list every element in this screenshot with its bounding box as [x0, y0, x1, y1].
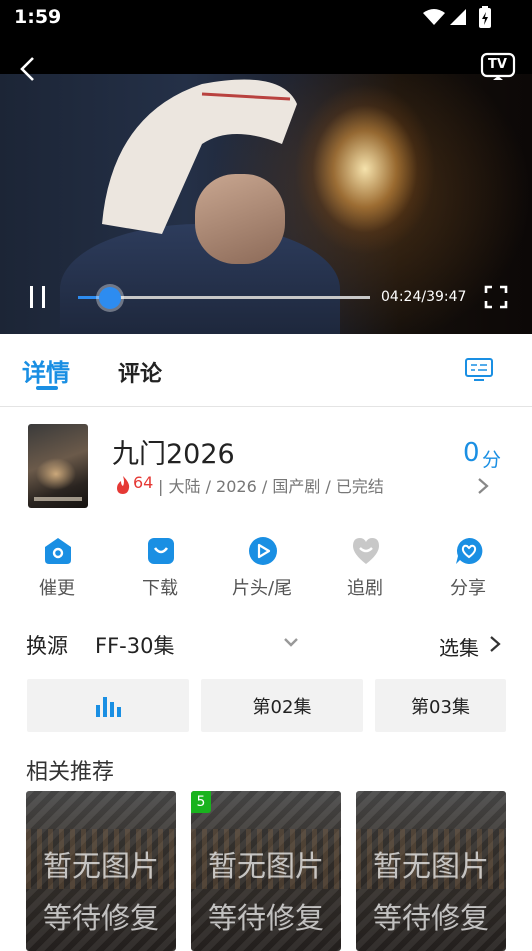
pause-icon-bar — [42, 286, 45, 308]
placeholder-text: 等待修复 — [372, 901, 489, 935]
show-poster[interactable] — [28, 424, 88, 508]
action-label: 催更 — [39, 578, 75, 599]
rating-value: 0 — [463, 438, 480, 468]
chevron-right-icon[interactable] — [476, 476, 490, 496]
source-select[interactable]: FF-30集 — [95, 630, 174, 660]
episode-label: 第02集 — [252, 697, 312, 718]
chevron-right-icon[interactable] — [489, 634, 501, 654]
placeholder-text: 暂无图片 — [372, 849, 489, 883]
back-icon[interactable] — [14, 53, 42, 85]
placeholder-text: 等待修复 — [42, 901, 159, 935]
poster-caption-strip — [34, 497, 82, 501]
playback-time: 04:24/39:47 — [381, 289, 467, 305]
chevron-down-icon[interactable] — [283, 636, 299, 648]
fullscreen-icon[interactable] — [484, 285, 508, 309]
rating-unit: 分 — [482, 449, 502, 471]
placeholder-text: 等待修复 — [207, 901, 324, 935]
recommendation-card[interactable]: 暂无图片 等待修复 — [26, 791, 176, 951]
source-label: 换源 — [26, 634, 68, 658]
pause-icon-bar — [30, 286, 33, 308]
share-button[interactable]: 分享 — [428, 536, 508, 602]
signal-icon — [450, 9, 466, 25]
tab-comments[interactable]: 评论 — [118, 356, 162, 388]
remind-icon — [45, 538, 71, 564]
battery-icon — [479, 6, 491, 28]
progress-handle[interactable] — [99, 287, 122, 309]
action-label: 分享 — [450, 578, 486, 599]
show-meta: | 大陆 / 2026 / 国产剧 / 已完结 — [158, 477, 384, 496]
danmaku-screen-icon[interactable] — [465, 357, 493, 381]
status-bar: 1:59 — [0, 0, 532, 40]
action-label: 片头/尾 — [231, 578, 293, 599]
video-figure-headscarf — [102, 79, 297, 234]
episode-label: 第03集 — [411, 697, 470, 718]
episode-count-badge: 5 — [191, 791, 211, 813]
action-label: 下载 — [142, 578, 178, 599]
tab-details[interactable]: 详情 — [22, 353, 70, 388]
show-title: 九门2026 — [112, 439, 235, 470]
cast-tv-button[interactable]: TV — [480, 52, 516, 82]
recommendation-card[interactable]: 暂无图片 等待修复 5 — [191, 791, 341, 951]
fire-icon — [117, 476, 130, 494]
pause-button[interactable] — [28, 286, 50, 310]
download-button[interactable]: 下载 — [120, 536, 200, 602]
episode-item[interactable]: 第03集 — [375, 679, 506, 732]
divider — [0, 406, 532, 407]
now-playing-icon — [96, 697, 121, 717]
tv-label: TV — [488, 57, 507, 72]
follow-show-button[interactable]: 追剧 — [325, 536, 405, 602]
recommendation-card[interactable]: 暂无图片 等待修复 — [356, 791, 506, 951]
action-label: 追剧 — [347, 578, 383, 599]
tab-active-indicator — [36, 386, 58, 390]
recommendations-title: 相关推荐 — [26, 760, 115, 785]
share-icon — [456, 537, 483, 564]
placeholder-text: 暂无图片 — [207, 849, 324, 883]
wifi-icon — [423, 9, 445, 25]
episode-item-current[interactable] — [27, 679, 189, 732]
skip-intro-outro-button[interactable]: 片头/尾 — [222, 536, 302, 602]
status-time: 1:59 — [14, 6, 62, 28]
placeholder-text: 暂无图片 — [42, 849, 159, 883]
select-episode-link[interactable]: 选集 — [439, 632, 479, 661]
follow-icon — [353, 538, 379, 564]
play-icon — [249, 537, 277, 565]
poster-art — [28, 454, 88, 494]
remind-update-button[interactable]: 催更 — [17, 536, 97, 602]
download-icon — [148, 538, 174, 564]
episode-item[interactable]: 第02集 — [201, 679, 363, 732]
hot-count: 64 — [133, 473, 154, 492]
progress-track[interactable] — [78, 296, 370, 299]
